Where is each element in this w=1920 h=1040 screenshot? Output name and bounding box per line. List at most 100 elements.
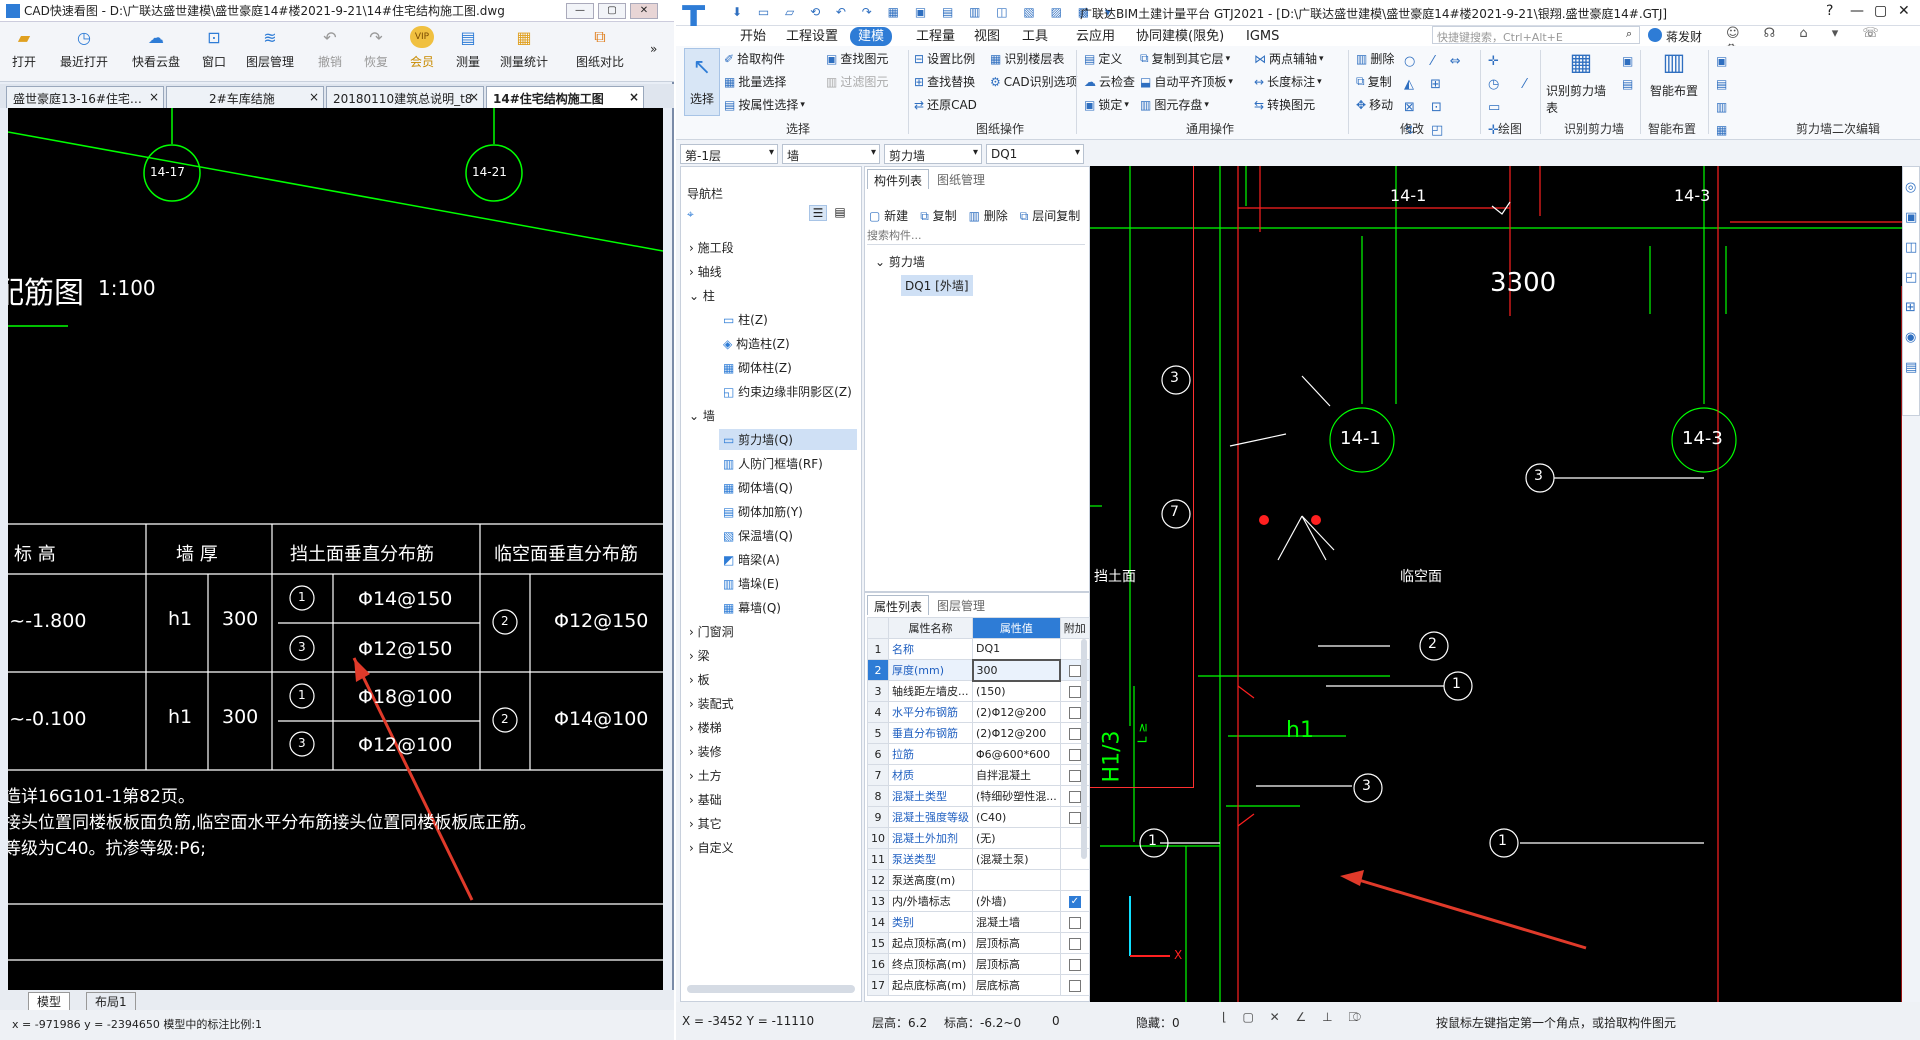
tab-close-icon[interactable]: × [469,90,479,104]
list-view-icon[interactable]: ☰ [809,205,827,221]
extra-checkbox[interactable] [1068,937,1081,950]
redo-button[interactable]: ↷ 恢复 [364,26,388,78]
property-row[interactable]: 16 终点顶标高(m) 层顶标高 [867,953,1090,975]
property-value[interactable]: 自拌混凝土 [972,764,1061,786]
property-value[interactable]: (C40) [972,806,1061,828]
copy-to-floor-button[interactable]: ⧉ 复制到其它层 ▾ [1140,50,1230,67]
vip-button[interactable]: VIP 会员 [410,26,434,78]
tab-component-list[interactable]: 构件列表 [867,169,930,189]
tab-close-icon[interactable]: × [309,90,319,104]
nav-item-civil-defense-wall[interactable]: ▥ 人防门框墙(RF) [723,455,823,472]
nav-item-prefab[interactable]: › 装配式 [689,695,734,712]
tab-model[interactable]: 模型 [28,992,71,1011]
view-tool-icons[interactable]: ◎ ▣ ◫ ◰ ⊞ ◉ ▤ [1905,173,1919,383]
extra-checkbox[interactable] [1068,790,1081,803]
extra-checkbox[interactable] [1069,664,1082,677]
smart-layout-button[interactable]: ▥ 智能布置 [1646,48,1702,108]
nav-item-wall[interactable]: ⌄ 墙 [689,407,715,424]
property-value[interactable] [972,869,1061,891]
close-button[interactable]: ✕ [1898,3,1910,19]
two-point-axis-button[interactable]: ⋈ 两点辅轴 ▾ [1254,50,1324,67]
nav-item-axis[interactable]: › 轴线 [689,263,722,280]
property-row[interactable]: 3 轴线距左墙皮... (150) [867,680,1090,702]
floor-select[interactable]: 第-1层 [680,144,778,164]
save-element-button[interactable]: ▥ 图元存盘 ▾ [1140,96,1209,113]
extra-checkbox[interactable] [1068,769,1081,782]
extra-checkbox[interactable] [1068,811,1081,824]
property-row[interactable]: 6 拉筋 Φ6@600*600 [867,743,1090,765]
tab-close-icon[interactable]: × [149,90,159,104]
cad-options-button[interactable]: ⚙ CAD识别选项 [990,73,1078,90]
nav-item-foundation[interactable]: › 基础 [689,791,722,808]
property-value[interactable]: (无) [972,827,1061,849]
tab-doc-3[interactable]: 20180110建筑总说明_t8 × [326,86,484,108]
undo-button[interactable]: ↶ 撤销 [318,26,342,78]
property-row[interactable]: 2 厚度(mm) 300 [867,658,1090,682]
copy-button[interactable]: ⧉ 复制 [1356,73,1392,90]
nav-item-beam[interactable]: › 梁 [689,647,710,664]
property-row[interactable]: 7 材质 自拌混凝土 [867,764,1090,786]
tree-node-dq1[interactable]: DQ1 [外墙] [901,275,973,296]
menu-modeling[interactable]: 建模 [850,27,893,46]
user-name[interactable]: 蒋发财 [1666,28,1702,45]
property-row[interactable]: 17 起点底标高(m) 层底标高 [867,974,1090,996]
menu-project-settings[interactable]: 工程设置 [778,27,846,46]
nav-item-construction-stage[interactable]: › 施工段 [689,239,734,256]
property-value[interactable]: 层顶标高 [972,953,1061,975]
property-value[interactable]: 300 [971,658,1062,682]
property-row[interactable]: 15 起点顶标高(m) 层顶标高 [867,932,1090,954]
property-value[interactable]: (2)Φ12@200 [972,701,1061,723]
tab-close-icon[interactable]: × [629,90,639,104]
nav-item-slab[interactable]: › 板 [689,671,710,688]
category-select[interactable]: 墙 [782,144,880,164]
menu-igms[interactable]: IGMS [1238,27,1287,46]
find-replace-button[interactable]: ⊞ 查找替换 [914,73,975,90]
tab-property-list[interactable]: 属性列表 [867,595,930,615]
extra-checkbox[interactable] [1068,916,1081,929]
nav-item-masonry-rebar[interactable]: ▤ 砌体加筋(Y) [723,503,803,520]
extra-checkbox[interactable]: ✓ [1068,895,1081,908]
find-element-button[interactable]: ▣ 查找图元 [826,50,888,67]
property-row[interactable]: 4 水平分布钢筋 (2)Φ12@200 [867,701,1090,723]
tree-node-shear-wall[interactable]: ⌄ 剪力墙 [875,253,925,270]
select-big-button[interactable]: ↖ 选择 [684,48,720,116]
property-row[interactable]: 14 类别 混凝土墙 [867,911,1090,933]
property-row[interactable]: 12 泵送高度(m) [867,869,1090,891]
nav-item-curtain-wall[interactable]: ▦ 幕墙(Q) [723,599,781,616]
batch-select-button[interactable]: ▦ 批量选择 [724,73,786,90]
window-button[interactable]: ⊡ 窗口 [202,26,226,78]
model-canvas[interactable]: 14-1 14-3 14-1 14-3 3300 3 7 3 2 1 3 1 1… [1090,166,1902,1002]
cad-drawing-canvas[interactable]: 14-17 14-21 配筋图 1:100 标 高 墙 厚 挡土面垂直分布筋 临… [8,108,663,990]
delete-button[interactable]: ▥ 删除 [1356,50,1394,67]
snap-toggle-icons[interactable]: ⌊ ▢ ✕ ∠ ⊥ ⎄ [1222,1010,1367,1025]
menu-quantity[interactable]: 工程量 [908,27,963,46]
new-component-button[interactable]: ▢ 新建 [869,207,908,224]
nav-item-masonry-wall[interactable]: ▦ 砌体墙(Q) [723,479,793,496]
nav-item-column-z[interactable]: ▭ 柱(Z) [723,311,768,328]
open-button[interactable]: ▰ 打开 [12,26,36,78]
user-avatar[interactable] [1648,28,1662,42]
restore-cad-button[interactable]: ⇄ 还原CAD [914,96,977,113]
tab-doc-1[interactable]: 盛世豪庭13-16#住宅… × [6,86,164,108]
property-row[interactable]: 9 混凝土强度等级 (C40) [867,806,1090,828]
menu-tools[interactable]: 工具 [1014,27,1056,46]
tree-view-icon[interactable]: ▤ [831,205,849,221]
tab-doc-2[interactable]: 2#车库结施 × [166,86,324,108]
property-value[interactable]: (混凝土泵) [972,848,1061,870]
close-button[interactable]: ✕ [630,3,658,19]
cloud-check-button[interactable]: ☁ 云检查 [1084,73,1135,90]
nav-item-custom[interactable]: › 自定义 [689,839,734,856]
nav-item-stairs[interactable]: › 楼梯 [689,719,722,736]
nav-item-other[interactable]: › 其它 [689,815,722,832]
nav-scrollbar[interactable] [687,985,855,993]
maximize-button[interactable]: ▢ [1874,3,1887,19]
extra-checkbox[interactable] [1068,979,1081,992]
pin-icon[interactable]: ⌖ [687,207,694,222]
filter-element-button[interactable]: ▥ 过滤图元 [826,73,888,90]
nav-item-openings[interactable]: › 门窗洞 [689,623,734,640]
menu-view[interactable]: 视图 [966,27,1008,46]
nav-item-shear-wall[interactable]: ▭ 剪力墙(Q) [719,429,857,450]
property-row[interactable]: 8 混凝土类型 (特细砂塑性混... [867,785,1090,807]
property-row[interactable]: 5 垂直分布钢筋 (2)Φ12@200 [867,722,1090,744]
nav-item-column[interactable]: ⌄ 柱 [689,287,715,304]
